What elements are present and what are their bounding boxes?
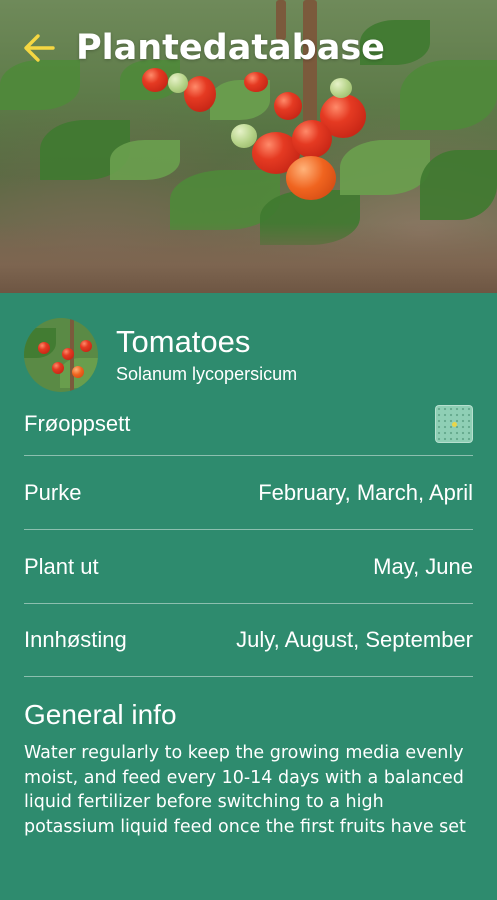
seed-setup-row[interactable]: Frøoppsett [24,393,473,455]
plant-names: Tomatoes Solanum lycopersicum [116,324,297,386]
seed-grid-icon[interactable] [435,405,473,443]
tomato [38,342,50,354]
plant-avatar [24,318,98,392]
sowing-label: Purke [24,479,82,505]
leaf [420,150,497,220]
plant-out-row: Plant ut May, June [24,529,473,603]
plant-out-value: May, June [373,553,473,579]
general-info-text: Water regularly to keep the growing medi… [24,743,466,837]
tomato [72,366,84,378]
plant-name: Tomatoes [116,324,251,359]
harvest-value: July, August, September [236,627,473,652]
sowing-value: February, March, April [258,479,473,505]
seed-setup-label: Frøoppsett [24,411,131,436]
tomato [62,348,74,360]
arrow-left-icon [24,34,55,62]
tomato [292,120,332,158]
hero-image: Plantedatabase [0,0,497,293]
plant-header: Tomatoes Solanum lycopersicum [24,293,473,393]
app-title: Plantedatabase [76,28,385,68]
leaf [340,140,430,195]
plant-latin-name: Solanum lycopersicum [116,364,298,384]
general-info-title: General info [24,699,177,730]
app-bar: Plantedatabase [0,0,497,96]
seed-dot [452,422,457,427]
tomato [52,362,64,374]
soil [0,223,497,293]
plant-out-label: Plant ut [24,553,99,579]
tomato [274,92,302,120]
tomato [80,340,92,352]
harvest-row: Innhøsting July, August, September [24,603,473,677]
tomato [286,156,336,200]
back-button[interactable] [8,17,70,79]
harvest-label: Innhøsting [24,627,127,652]
sowing-row: Purke February, March, April [24,455,473,529]
plant-detail: Tomatoes Solanum lycopersicum Frøoppsett… [0,293,497,900]
leaf [110,140,180,180]
